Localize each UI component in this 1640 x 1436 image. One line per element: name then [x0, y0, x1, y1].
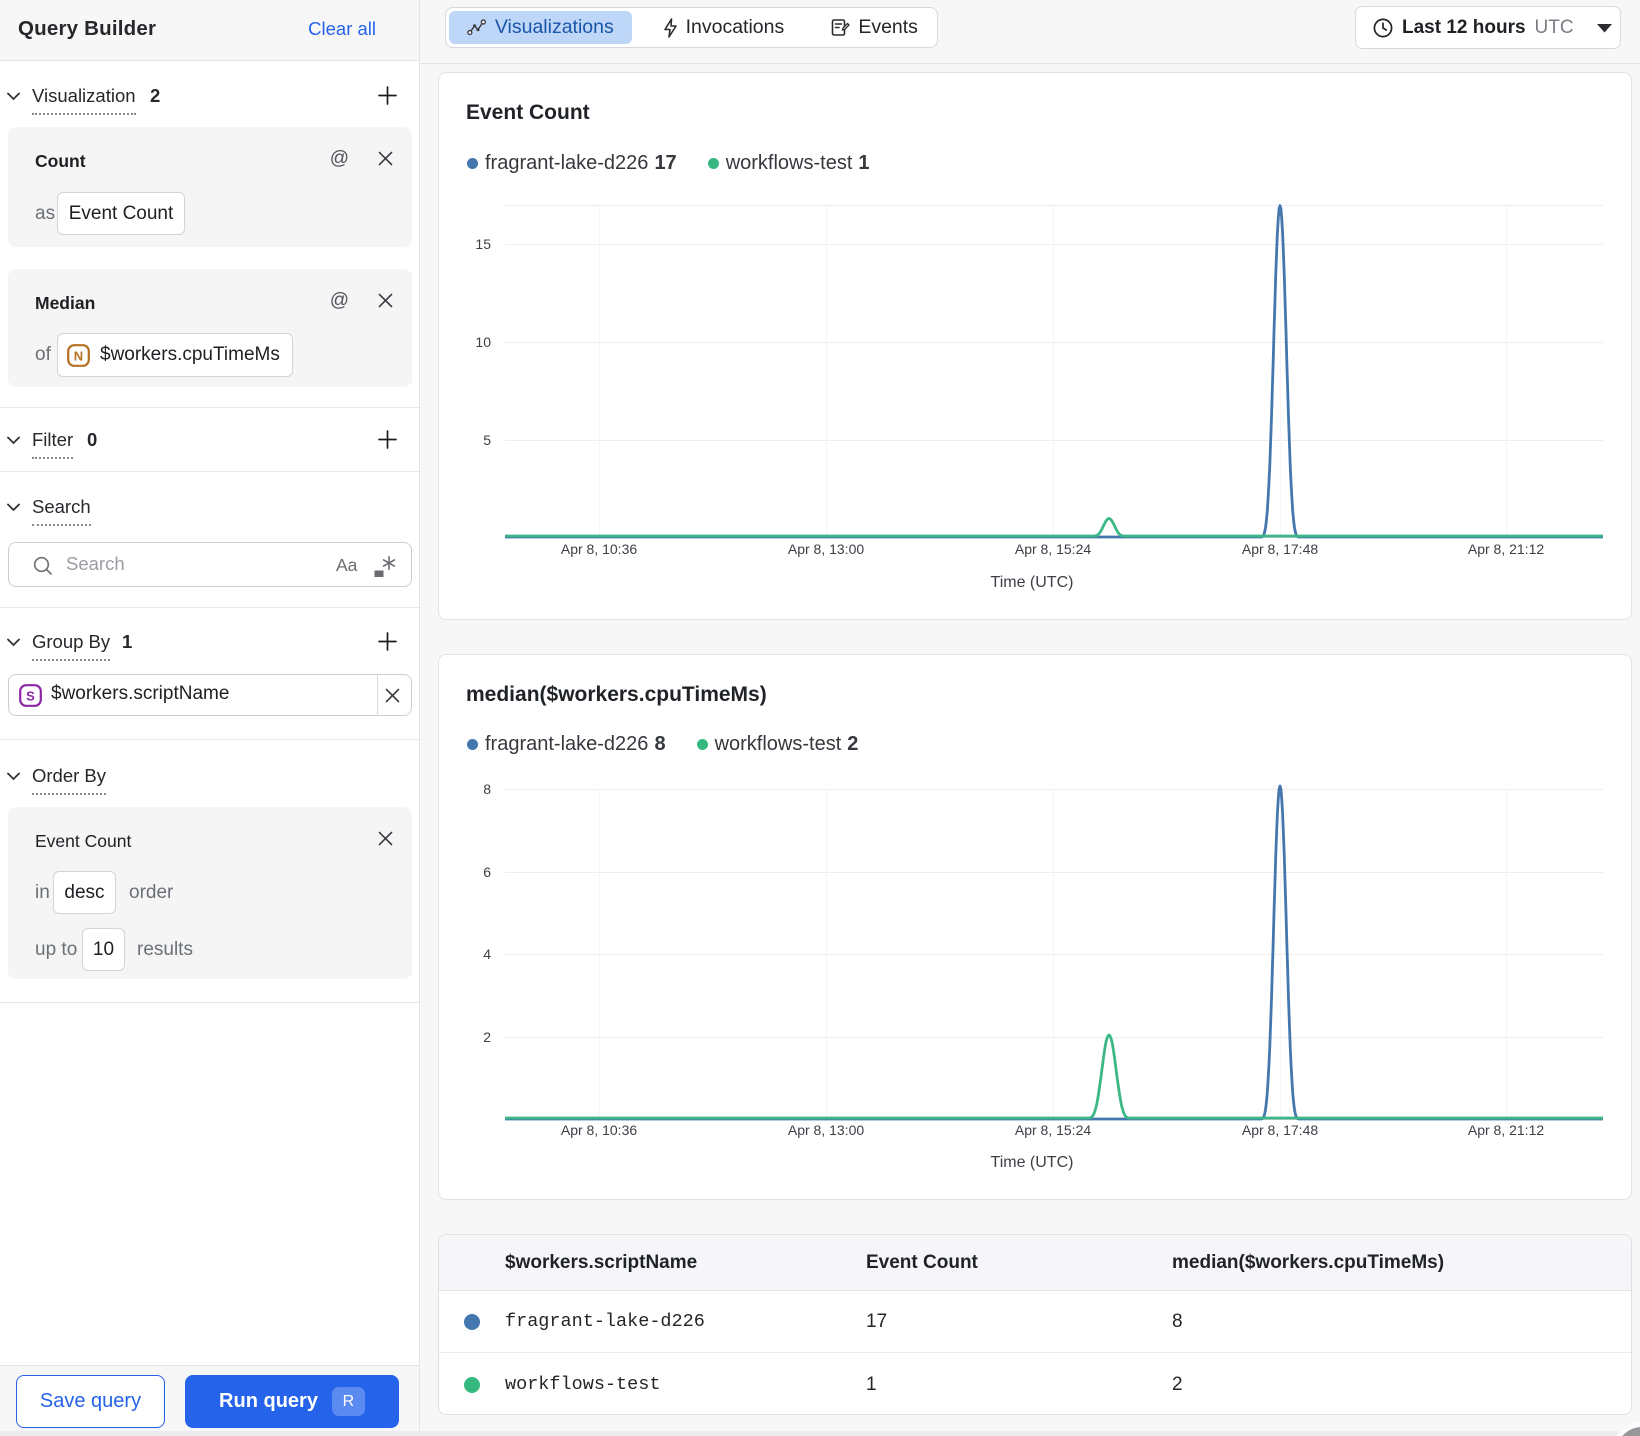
svg-text:Apr 8, 21:12: Apr 8, 21:12 [1468, 541, 1544, 557]
svg-text:Time (UTC): Time (UTC) [991, 1154, 1074, 1171]
svg-text:Apr 8, 10:36: Apr 8, 10:36 [561, 541, 637, 557]
svg-text:15: 15 [475, 236, 491, 252]
svg-text:6: 6 [483, 864, 491, 880]
svg-text:5: 5 [483, 432, 491, 448]
svg-text:Apr 8, 15:24: Apr 8, 15:24 [1015, 541, 1091, 557]
svg-text:Apr 8, 13:00: Apr 8, 13:00 [788, 541, 864, 557]
svg-text:4: 4 [483, 946, 491, 962]
svg-text:Apr 8, 21:12: Apr 8, 21:12 [1468, 1122, 1544, 1138]
svg-text:Apr 8, 17:48: Apr 8, 17:48 [1242, 541, 1318, 557]
svg-text:10: 10 [475, 334, 491, 350]
svg-text:8: 8 [483, 781, 491, 797]
svg-text:N: N [74, 348, 83, 363]
svg-text:2: 2 [483, 1029, 491, 1045]
svg-text:Apr 8, 15:24: Apr 8, 15:24 [1015, 1122, 1091, 1138]
svg-text:Apr 8, 13:00: Apr 8, 13:00 [788, 1122, 864, 1138]
svg-text:Apr 8, 17:48: Apr 8, 17:48 [1242, 1122, 1318, 1138]
svg-text:Apr 8, 10:36: Apr 8, 10:36 [561, 1122, 637, 1138]
svg-text:Time (UTC): Time (UTC) [991, 574, 1074, 591]
svg-text:S: S [26, 688, 35, 703]
